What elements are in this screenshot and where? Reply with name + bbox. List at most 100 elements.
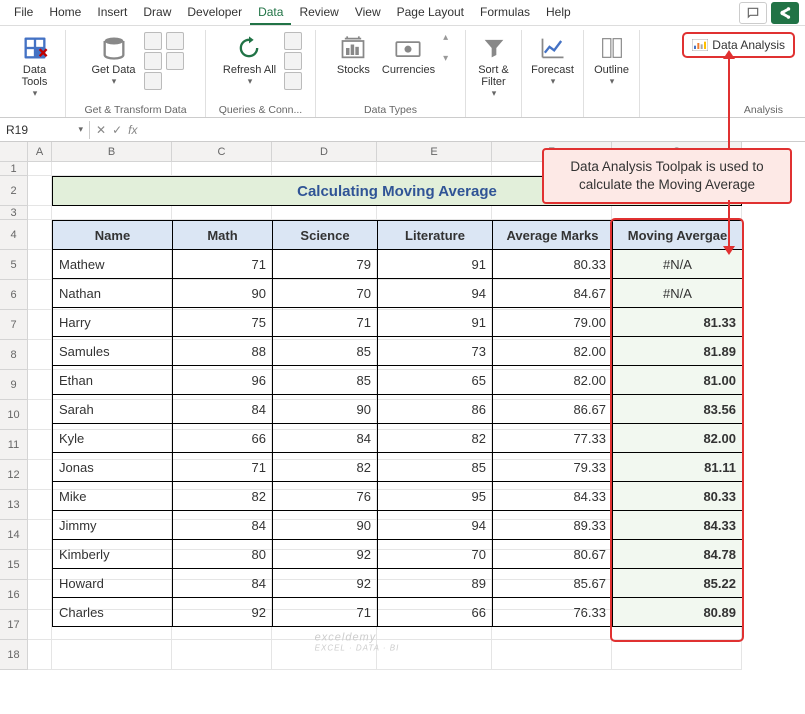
cell-value[interactable]: 91 (378, 250, 493, 279)
cell-F3[interactable] (492, 206, 612, 220)
menu-draw[interactable]: Draw (135, 1, 179, 25)
cell-G18[interactable] (612, 640, 742, 670)
cell-B18[interactable] (52, 640, 172, 670)
cell-value[interactable]: 85 (273, 337, 378, 366)
recent-sources-icon[interactable] (166, 32, 184, 50)
cell-value[interactable]: 73 (378, 337, 493, 366)
row-header-4[interactable]: 4 (0, 220, 28, 250)
cell-value[interactable]: 76.33 (493, 598, 613, 627)
cell-name[interactable]: Jonas (53, 453, 173, 482)
cell-value[interactable]: 71 (173, 453, 273, 482)
cell-value[interactable]: 81.11 (613, 453, 743, 482)
cell-value[interactable]: 84.33 (613, 511, 743, 540)
cell-value[interactable]: 83.56 (613, 395, 743, 424)
name-box[interactable]: R19▾ (0, 121, 90, 139)
menu-file[interactable]: File (6, 1, 41, 25)
enter-icon[interactable]: ✓ (112, 123, 122, 137)
cell-value[interactable]: 84.78 (613, 540, 743, 569)
forecast-button[interactable]: Forecast▾ (527, 32, 578, 89)
cell-value[interactable]: 85.22 (613, 569, 743, 598)
cell-D1[interactable] (272, 162, 377, 176)
row-header-13[interactable]: 13 (0, 490, 28, 520)
cell-B3[interactable] (52, 206, 172, 220)
cell-value[interactable]: 71 (273, 598, 378, 627)
outline-button[interactable]: Outline▾ (590, 32, 633, 89)
cell-value[interactable]: 81.00 (613, 366, 743, 395)
cell-value[interactable]: 79.33 (493, 453, 613, 482)
cell-value[interactable]: 84.33 (493, 482, 613, 511)
cell-value[interactable]: 70 (378, 540, 493, 569)
cell-value[interactable]: 80.89 (613, 598, 743, 627)
cell-name[interactable]: Mike (53, 482, 173, 511)
stocks-button[interactable]: Stocks (333, 32, 374, 78)
currencies-button[interactable]: Currencies (378, 32, 439, 78)
cell-value[interactable]: 89.33 (493, 511, 613, 540)
cell-name[interactable]: Jimmy (53, 511, 173, 540)
cell-value[interactable]: 80.33 (613, 482, 743, 511)
cell-value[interactable]: 80.33 (493, 250, 613, 279)
cell-value[interactable]: 91 (378, 308, 493, 337)
cell-value[interactable]: 71 (273, 308, 378, 337)
cell-value[interactable]: 92 (173, 598, 273, 627)
menu-home[interactable]: Home (41, 1, 89, 25)
from-text-icon[interactable] (144, 32, 162, 50)
cell-value[interactable]: 80.67 (493, 540, 613, 569)
cell-value[interactable]: 90 (173, 279, 273, 308)
cell-value[interactable]: 89 (378, 569, 493, 598)
cell-A10[interactable] (28, 400, 52, 430)
cell-value[interactable]: 79 (273, 250, 378, 279)
menu-help[interactable]: Help (538, 1, 579, 25)
cell-value[interactable]: 86 (378, 395, 493, 424)
cell-value[interactable]: 90 (273, 511, 378, 540)
cell-value[interactable]: 82.00 (493, 337, 613, 366)
cell-value[interactable]: 79.00 (493, 308, 613, 337)
cell-value[interactable]: 82 (173, 482, 273, 511)
cell-A3[interactable] (28, 206, 52, 220)
cell-F18[interactable] (492, 640, 612, 670)
cell-value[interactable]: 92 (273, 540, 378, 569)
cell-A15[interactable] (28, 550, 52, 580)
cell-value[interactable]: 94 (378, 279, 493, 308)
fx-icon[interactable]: fx (128, 123, 137, 137)
menu-data[interactable]: Data (250, 1, 291, 25)
cell-C18[interactable] (172, 640, 272, 670)
cell-D3[interactable] (272, 206, 377, 220)
cell-A1[interactable] (28, 162, 52, 176)
row-header-5[interactable]: 5 (0, 250, 28, 280)
cell-name[interactable]: Harry (53, 308, 173, 337)
row-header-7[interactable]: 7 (0, 310, 28, 340)
header-science[interactable]: Science (273, 221, 378, 250)
data-analysis-button[interactable]: Data Analysis (682, 32, 795, 58)
cell-name[interactable]: Kyle (53, 424, 173, 453)
row-header-12[interactable]: 12 (0, 460, 28, 490)
cell-name[interactable]: Nathan (53, 279, 173, 308)
cell-value[interactable]: 81.33 (613, 308, 743, 337)
row-header-18[interactable]: 18 (0, 640, 28, 670)
menu-formulas[interactable]: Formulas (472, 1, 538, 25)
cell-A16[interactable] (28, 580, 52, 610)
cell-name[interactable]: Sarah (53, 395, 173, 424)
row-header-14[interactable]: 14 (0, 520, 28, 550)
cell-A13[interactable] (28, 490, 52, 520)
cell-value[interactable]: 82.00 (613, 424, 743, 453)
header-literature[interactable]: Literature (378, 221, 493, 250)
cell-value[interactable]: 94 (378, 511, 493, 540)
header-math[interactable]: Math (173, 221, 273, 250)
cell-value[interactable]: 84 (173, 511, 273, 540)
refresh-all-button[interactable]: Refresh All▾ (219, 32, 280, 89)
menu-developer[interactable]: Developer (179, 1, 250, 25)
cell-value[interactable]: 92 (273, 569, 378, 598)
row-header-9[interactable]: 9 (0, 370, 28, 400)
cell-value[interactable]: 90 (273, 395, 378, 424)
cell-E3[interactable] (377, 206, 492, 220)
cell-A12[interactable] (28, 460, 52, 490)
row-header-3[interactable]: 3 (0, 206, 28, 220)
row-header-6[interactable]: 6 (0, 280, 28, 310)
data-tools-button[interactable]: Data Tools▾ (12, 32, 57, 101)
cell-value[interactable]: 85 (378, 453, 493, 482)
cell-name[interactable]: Samules (53, 337, 173, 366)
cell-A4[interactable] (28, 220, 52, 250)
cell-name[interactable]: Howard (53, 569, 173, 598)
cell-value[interactable]: 96 (173, 366, 273, 395)
cell-value[interactable]: 66 (378, 598, 493, 627)
